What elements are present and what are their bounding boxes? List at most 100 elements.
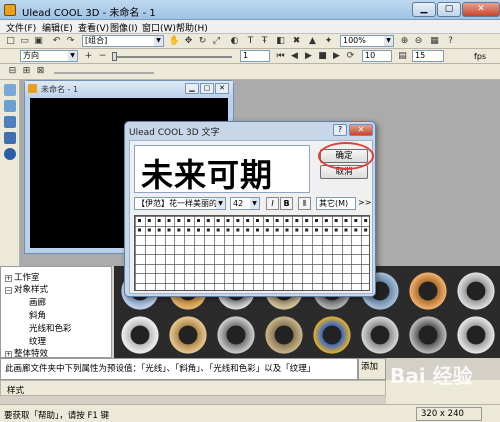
gallery-thumb-9[interactable] (118, 314, 162, 356)
chevron-down-icon: ▼ (250, 198, 259, 209)
gallery-thumb-16[interactable] (454, 314, 498, 356)
menubar: 文件(F) 编辑(E) 查看(V) 图像(I) 窗口(W) 帮助(H) (0, 20, 500, 34)
new-file-icon[interactable]: □ (4, 35, 17, 47)
zoom-combo[interactable]: 100% ▼ (340, 35, 394, 47)
other-button[interactable]: 其它(M) (316, 197, 356, 210)
move-icon[interactable]: ✥ (182, 35, 195, 47)
minimize-button[interactable]: ▁ (412, 2, 436, 17)
tree-item-gallery[interactable]: 画廊 (29, 296, 46, 308)
gallery-thumb-12[interactable] (262, 314, 306, 356)
frames-total-field[interactable]: 10 (362, 50, 392, 62)
stop-icon[interactable]: ■ (316, 50, 329, 62)
text-preview[interactable]: 未来可期 (141, 150, 273, 192)
doc-close-button[interactable]: ✕ (215, 83, 229, 94)
description-text: 此画廊文件夹中下列属性为预设值：「光线」、「斜角」、「光线和色彩」以及「纹理」 (5, 364, 316, 374)
sphere-icon[interactable]: ◐ (228, 35, 241, 47)
tree-item-object-style[interactable]: − 对象样式 (5, 283, 48, 295)
menu-help[interactable]: 帮助(H) (176, 21, 208, 34)
help-icon[interactable]: ? (444, 35, 457, 47)
hand-icon[interactable]: ✋ (168, 35, 181, 47)
add-button[interactable]: 添加 (358, 358, 386, 380)
graphic-tool-icon[interactable] (4, 116, 16, 128)
attribute-slider[interactable] (54, 72, 154, 74)
text-input-area[interactable]: 未来可期 (134, 145, 310, 193)
watermark-logo: Bai 经验 (390, 364, 473, 388)
gallery-thumb-14[interactable] (358, 314, 402, 356)
rotate-icon[interactable]: ↻ (196, 35, 209, 47)
dialog-help-button[interactable]: ? (333, 124, 347, 136)
doc-minimize-button[interactable]: ▁ (185, 83, 199, 94)
dialog-close-button[interactable]: ✕ (349, 124, 373, 136)
chevron-down-icon: ▼ (384, 36, 393, 46)
undo-icon[interactable]: ↶ (50, 35, 63, 47)
timeline-slider[interactable] (112, 52, 232, 61)
text-edit-icon[interactable]: Ŧ (258, 35, 271, 47)
dialog-titlebar[interactable]: Ulead COOL 3D 文字 ? ✕ (125, 122, 375, 138)
light-icon[interactable]: ✦ (322, 35, 335, 47)
tree-item-light-color[interactable]: 光线和色彩 (29, 322, 72, 334)
tree-item-bevel[interactable]: 斜角 (29, 309, 46, 321)
italic-button[interactable]: I (266, 197, 279, 210)
object-group-combo[interactable]: [组合] ▼ (82, 35, 164, 47)
graphic-icon[interactable]: ◧ (274, 35, 287, 47)
object-tool-icon[interactable] (4, 132, 16, 144)
align-center-icon[interactable]: ⊞ (20, 65, 33, 77)
menu-view[interactable]: 查看(V) (78, 21, 109, 34)
description-panel: 此画廊文件夹中下列属性为预设值：「光线」、「斜角」、「光线和色彩」以及「纹理」 (0, 358, 358, 380)
toolbar-animation: 方向 ▼ + − 1 ⏮ ◀ ▶ ■ ▶ ⟳ 10 ▤ 15 fps (0, 49, 500, 64)
image-tool-icon[interactable] (4, 100, 16, 112)
dialog-body: 未来可期 确定 取消 【伊范】花一样美丽的 ▼ 42 ▼ I B ⫴ 其它(M) >… (129, 140, 374, 294)
document-titlebar[interactable]: 未命名 - 1 ▁ ▢ ✕ (25, 81, 233, 97)
preview-icon[interactable]: ▦ (428, 35, 441, 47)
doc-maximize-button[interactable]: ▢ (200, 83, 214, 94)
direction-combo[interactable]: 方向 ▼ (20, 50, 78, 62)
redo-icon[interactable]: ↷ (64, 35, 77, 47)
gallery-thumb-11[interactable] (214, 314, 258, 356)
menu-window[interactable]: 窗口(W) (142, 21, 176, 34)
key-add-icon[interactable]: + (82, 50, 95, 62)
gallery-thumb-15[interactable] (406, 314, 450, 356)
next-frame-icon[interactable]: ▶ (302, 50, 315, 62)
character-map-grid[interactable] (134, 215, 370, 291)
save-icon[interactable]: ▣ (32, 35, 45, 47)
text-insert-icon[interactable]: T (244, 35, 257, 47)
close-button[interactable]: ✕ (462, 2, 500, 17)
more-button[interactable]: >> (358, 198, 371, 207)
gallery-thumb-8[interactable] (454, 270, 498, 312)
shape-icon[interactable]: ▲ (306, 35, 319, 47)
font-select[interactable]: 【伊范】花一样美丽的 ▼ (134, 197, 226, 210)
maximize-button[interactable]: ▢ (437, 2, 461, 17)
bold-button[interactable]: B (280, 197, 293, 210)
first-frame-icon[interactable]: ⏮ (274, 50, 287, 62)
text-tool-icon[interactable] (4, 84, 16, 96)
zoom-in-icon[interactable]: ⊕ (398, 35, 411, 47)
resize-icon[interactable]: ⤢ (210, 35, 223, 47)
tree-item-texture[interactable]: 纹理 (29, 335, 46, 347)
delete-icon[interactable]: ✖ (290, 35, 303, 47)
loop-icon[interactable]: ⟳ (344, 50, 357, 62)
frames-icon[interactable]: ▤ (396, 50, 409, 62)
toolbar-attributes: ⊟ ⊞ ⊠ (0, 64, 500, 80)
menu-image[interactable]: 图像(I) (110, 21, 138, 34)
align-left-icon[interactable]: ⊟ (6, 65, 19, 77)
globe-tool-icon[interactable] (4, 148, 16, 160)
chevron-down-icon: ▼ (154, 36, 163, 46)
prev-frame-icon[interactable]: ◀ (288, 50, 301, 62)
fps-field[interactable]: 15 (412, 50, 444, 62)
play-icon[interactable]: ▶ (330, 50, 343, 62)
vertical-text-icon[interactable]: ⫴ (298, 197, 311, 210)
menu-file[interactable]: 文件(F) (6, 21, 36, 34)
gallery-thumb-7[interactable] (406, 270, 450, 312)
gallery-thumb-10[interactable] (166, 314, 210, 356)
font-size-select[interactable]: 42 ▼ (230, 197, 260, 210)
open-file-icon[interactable]: ▭ (18, 35, 31, 47)
gallery-thumb-13[interactable] (310, 314, 354, 356)
tree-item-studio[interactable]: + 工作室 (5, 271, 40, 283)
chevron-down-icon: ▼ (216, 198, 225, 209)
zoom-out-icon[interactable]: ⊖ (412, 35, 425, 47)
menu-edit[interactable]: 编辑(E) (42, 21, 73, 34)
key-remove-icon[interactable]: − (96, 50, 109, 62)
align-right-icon[interactable]: ⊠ (34, 65, 47, 77)
timeline-slider-knob[interactable] (112, 52, 117, 61)
frame-field[interactable]: 1 (240, 50, 270, 62)
